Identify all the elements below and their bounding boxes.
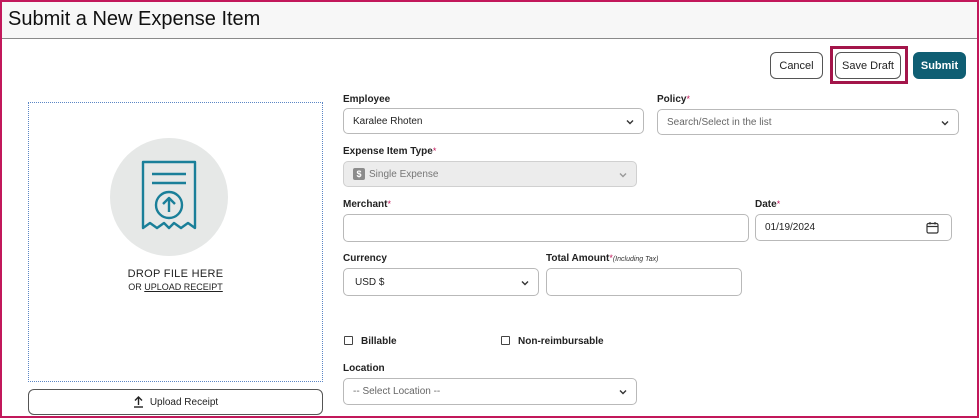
date-label-text: Date xyxy=(755,199,777,210)
billable-checkbox[interactable] xyxy=(344,336,353,345)
merchant-input[interactable] xyxy=(343,214,749,242)
receipt-dropzone[interactable]: DROP FILE HERE OR UPLOAD RECEIPT xyxy=(28,102,323,382)
chevron-down-icon xyxy=(941,121,949,126)
currency-value: USD $ xyxy=(355,276,385,288)
calendar-button[interactable] xyxy=(914,214,952,241)
currency-select[interactable]: USD $ xyxy=(343,268,539,296)
receipt-icon-circle xyxy=(110,138,228,256)
chevron-down-icon xyxy=(619,173,627,178)
location-select[interactable]: -- Select Location -- xyxy=(343,378,637,405)
upload-icon xyxy=(133,396,144,408)
drop-file-text: DROP FILE HERE xyxy=(127,268,224,280)
cancel-button[interactable]: Cancel xyxy=(770,52,823,79)
upload-receipt-label: Upload Receipt xyxy=(149,396,219,408)
submit-button[interactable]: Submit xyxy=(913,52,966,79)
upload-receipt-button[interactable]: Upload Receipt xyxy=(28,389,323,415)
non-reimbursable-checkbox[interactable] xyxy=(501,336,510,345)
chevron-down-icon xyxy=(521,281,529,286)
expense-type-value: Single Expense xyxy=(369,168,439,180)
merchant-required-mark: * xyxy=(387,199,391,209)
date-value: 01/19/2024 xyxy=(765,222,816,233)
chevron-down-icon xyxy=(626,120,634,125)
page-header: Submit a New Expense Item xyxy=(2,2,977,39)
page-title: Submit a New Expense Item xyxy=(8,8,261,30)
merchant-label: Merchant* xyxy=(343,199,391,210)
chevron-down-icon xyxy=(619,390,627,395)
non-reimbursable-label: Non-reimbursable xyxy=(518,336,604,347)
upload-receipt-link[interactable]: UPLOAD RECEIPT xyxy=(144,282,223,292)
total-amount-label-text: Total Amount xyxy=(546,253,610,264)
calendar-icon xyxy=(926,222,939,234)
policy-placeholder: Search/Select in the list xyxy=(667,116,772,128)
total-amount-label: Total Amount*(Including Tax) xyxy=(546,253,659,264)
receipt-upload-icon xyxy=(141,160,197,230)
merchant-label-text: Merchant xyxy=(343,199,388,210)
expense-type-label: Expense Item Type* xyxy=(343,146,436,157)
or-text: OR xyxy=(128,282,142,292)
dollar-icon: $ xyxy=(353,168,365,180)
total-amount-hint: (Including Tax) xyxy=(612,256,659,263)
date-required-mark: * xyxy=(776,199,781,209)
total-amount-input[interactable] xyxy=(546,268,742,296)
policy-label: Policy* xyxy=(657,94,690,105)
upload-receipt-line: OR UPLOAD RECEIPT xyxy=(29,282,322,292)
policy-select[interactable]: Search/Select in the list xyxy=(657,109,959,135)
billable-label: Billable xyxy=(361,336,397,347)
currency-label: Currency xyxy=(343,253,387,264)
employee-select[interactable]: Karalee Rhoten xyxy=(343,108,644,134)
location-label: Location xyxy=(343,363,385,374)
expense-type-label-text: Expense Item Type xyxy=(343,146,433,157)
date-label: Date* xyxy=(755,199,780,210)
expense-type-select: $ Single Expense xyxy=(343,161,637,187)
employee-value: Karalee Rhoten xyxy=(353,115,423,127)
expense-type-required-mark: * xyxy=(432,146,437,156)
location-placeholder: -- Select Location -- xyxy=(353,386,441,397)
policy-label-text: Policy xyxy=(657,94,687,105)
save-draft-button[interactable]: Save Draft xyxy=(835,52,901,79)
policy-required-mark: * xyxy=(686,94,690,104)
employee-label: Employee xyxy=(343,94,391,105)
date-input[interactable]: 01/19/2024 xyxy=(755,214,915,241)
